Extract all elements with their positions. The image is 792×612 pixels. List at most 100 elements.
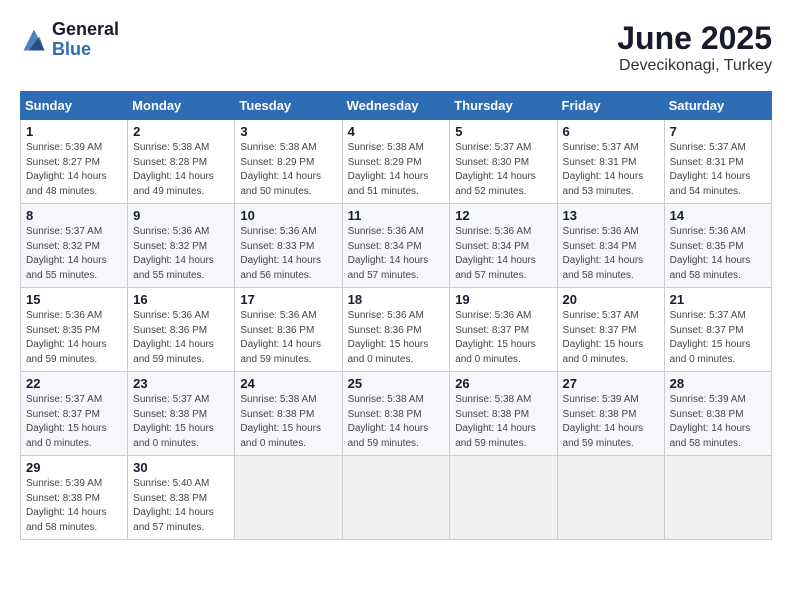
day-info: Sunrise: 5:37 AMSunset: 8:32 PMDaylight:…	[26, 225, 122, 283]
table-cell	[342, 456, 450, 540]
day-info: Sunrise: 5:38 AMSunset: 8:29 PMDaylight:…	[348, 141, 445, 199]
col-sunday: Sunday	[21, 92, 128, 120]
day-info: Sunrise: 5:37 AMSunset: 8:38 PMDaylight:…	[133, 393, 229, 451]
table-cell: 20 Sunrise: 5:37 AMSunset: 8:37 PMDayligh…	[557, 288, 664, 372]
table-cell	[557, 456, 664, 540]
day-info: Sunrise: 5:37 AMSunset: 8:37 PMDaylight:…	[26, 393, 122, 451]
table-cell: 12 Sunrise: 5:36 AMSunset: 8:34 PMDayligh…	[450, 204, 557, 288]
day-number: 16	[133, 292, 229, 307]
day-info: Sunrise: 5:36 AMSunset: 8:36 PMDaylight:…	[348, 309, 445, 367]
day-info: Sunrise: 5:36 AMSunset: 8:35 PMDaylight:…	[26, 309, 122, 367]
month-title: June 2025	[617, 20, 772, 57]
table-cell: 26 Sunrise: 5:38 AMSunset: 8:38 PMDayligh…	[450, 372, 557, 456]
calendar-row: 1 Sunrise: 5:39 AMSunset: 8:27 PMDaylight…	[21, 120, 772, 204]
col-thursday: Thursday	[450, 92, 557, 120]
table-cell	[450, 456, 557, 540]
day-number: 8	[26, 208, 122, 223]
day-info: Sunrise: 5:38 AMSunset: 8:38 PMDaylight:…	[240, 393, 336, 451]
day-number: 19	[455, 292, 551, 307]
calendar-row: 8 Sunrise: 5:37 AMSunset: 8:32 PMDaylight…	[21, 204, 772, 288]
day-info: Sunrise: 5:36 AMSunset: 8:35 PMDaylight:…	[670, 225, 766, 283]
table-cell	[664, 456, 771, 540]
day-number: 26	[455, 376, 551, 391]
day-info: Sunrise: 5:36 AMSunset: 8:36 PMDaylight:…	[133, 309, 229, 367]
day-number: 14	[670, 208, 766, 223]
day-number: 22	[26, 376, 122, 391]
day-info: Sunrise: 5:36 AMSunset: 8:32 PMDaylight:…	[133, 225, 229, 283]
table-cell: 9Sunrise: 5:36 AMSunset: 8:32 PMDaylight…	[128, 204, 235, 288]
day-info: Sunrise: 5:38 AMSunset: 8:38 PMDaylight:…	[455, 393, 551, 451]
day-info: Sunrise: 5:37 AMSunset: 8:31 PMDaylight:…	[670, 141, 766, 199]
day-number: 25	[348, 376, 445, 391]
day-number: 11	[348, 208, 445, 223]
day-number: 24	[240, 376, 336, 391]
day-info: Sunrise: 5:36 AMSunset: 8:34 PMDaylight:…	[455, 225, 551, 283]
day-number: 28	[670, 376, 766, 391]
day-info: Sunrise: 5:36 AMSunset: 8:37 PMDaylight:…	[455, 309, 551, 367]
table-cell	[235, 456, 342, 540]
day-info: Sunrise: 5:38 AMSunset: 8:38 PMDaylight:…	[348, 393, 445, 451]
day-number: 1	[26, 124, 122, 139]
day-number: 20	[563, 292, 659, 307]
day-number: 30	[133, 460, 229, 475]
table-cell: 16 Sunrise: 5:36 AMSunset: 8:36 PMDayligh…	[128, 288, 235, 372]
table-cell: 6 Sunrise: 5:37 AMSunset: 8:31 PMDaylight…	[557, 120, 664, 204]
day-number: 7	[670, 124, 766, 139]
day-number: 23	[133, 376, 229, 391]
table-cell: 21 Sunrise: 5:37 AMSunset: 8:37 PMDayligh…	[664, 288, 771, 372]
table-cell: 4Sunrise: 5:38 AMSunset: 8:29 PMDaylight…	[342, 120, 450, 204]
table-cell: 30 Sunrise: 5:40 AMSunset: 8:38 PMDayligh…	[128, 456, 235, 540]
table-cell: 11 Sunrise: 5:36 AMSunset: 8:34 PMDayligh…	[342, 204, 450, 288]
calendar-table: Sunday Monday Tuesday Wednesday Thursday…	[20, 91, 772, 540]
calendar-row: 29 Sunrise: 5:39 AMSunset: 8:38 PMDayligh…	[21, 456, 772, 540]
calendar-row: 22 Sunrise: 5:37 AMSunset: 8:37 PMDayligh…	[21, 372, 772, 456]
table-cell: 24 Sunrise: 5:38 AMSunset: 8:38 PMDayligh…	[235, 372, 342, 456]
day-number: 18	[348, 292, 445, 307]
col-friday: Friday	[557, 92, 664, 120]
table-cell: 3Sunrise: 5:38 AMSunset: 8:29 PMDaylight…	[235, 120, 342, 204]
day-number: 10	[240, 208, 336, 223]
day-info: Sunrise: 5:39 AMSunset: 8:38 PMDaylight:…	[26, 477, 122, 535]
table-cell: 28Sunrise: 5:39 AMSunset: 8:38 PMDayligh…	[664, 372, 771, 456]
table-cell: 10 Sunrise: 5:36 AMSunset: 8:33 PMDayligh…	[235, 204, 342, 288]
table-cell: 14 Sunrise: 5:36 AMSunset: 8:35 PMDayligh…	[664, 204, 771, 288]
day-info: Sunrise: 5:37 AMSunset: 8:37 PMDaylight:…	[563, 309, 659, 367]
table-cell: 25 Sunrise: 5:38 AMSunset: 8:38 PMDayligh…	[342, 372, 450, 456]
day-number: 13	[563, 208, 659, 223]
table-cell: 2 Sunrise: 5:38 AMSunset: 8:28 PMDaylight…	[128, 120, 235, 204]
day-number: 29	[26, 460, 122, 475]
col-saturday: Saturday	[664, 92, 771, 120]
table-cell: 5Sunrise: 5:37 AMSunset: 8:30 PMDaylight…	[450, 120, 557, 204]
calendar-row: 15Sunrise: 5:36 AMSunset: 8:35 PMDayligh…	[21, 288, 772, 372]
day-number: 17	[240, 292, 336, 307]
table-cell: 17 Sunrise: 5:36 AMSunset: 8:36 PMDayligh…	[235, 288, 342, 372]
table-cell: 8 Sunrise: 5:37 AMSunset: 8:32 PMDaylight…	[21, 204, 128, 288]
col-monday: Monday	[128, 92, 235, 120]
day-number: 21	[670, 292, 766, 307]
logo: General Blue	[20, 20, 119, 60]
day-info: Sunrise: 5:38 AMSunset: 8:28 PMDaylight:…	[133, 141, 229, 199]
day-info: Sunrise: 5:38 AMSunset: 8:29 PMDaylight:…	[240, 141, 336, 199]
table-cell: 22 Sunrise: 5:37 AMSunset: 8:37 PMDayligh…	[21, 372, 128, 456]
day-number: 27	[563, 376, 659, 391]
logo-icon	[20, 26, 48, 54]
logo-general: General	[52, 20, 119, 40]
day-info: Sunrise: 5:37 AMSunset: 8:37 PMDaylight:…	[670, 309, 766, 367]
day-info: Sunrise: 5:36 AMSunset: 8:33 PMDaylight:…	[240, 225, 336, 283]
day-info: Sunrise: 5:39 AMSunset: 8:38 PMDaylight:…	[563, 393, 659, 451]
col-wednesday: Wednesday	[342, 92, 450, 120]
table-cell: 18 Sunrise: 5:36 AMSunset: 8:36 PMDayligh…	[342, 288, 450, 372]
day-info: Sunrise: 5:39 AMSunset: 8:27 PMDaylight:…	[26, 141, 122, 199]
logo-blue: Blue	[52, 40, 119, 60]
day-info: Sunrise: 5:37 AMSunset: 8:31 PMDaylight:…	[563, 141, 659, 199]
table-cell: 23 Sunrise: 5:37 AMSunset: 8:38 PMDayligh…	[128, 372, 235, 456]
table-cell: 7 Sunrise: 5:37 AMSunset: 8:31 PMDaylight…	[664, 120, 771, 204]
day-info: Sunrise: 5:36 AMSunset: 8:34 PMDaylight:…	[348, 225, 445, 283]
day-number: 5	[455, 124, 551, 139]
day-info: Sunrise: 5:36 AMSunset: 8:36 PMDaylight:…	[240, 309, 336, 367]
day-number: 6	[563, 124, 659, 139]
day-number: 12	[455, 208, 551, 223]
day-info: Sunrise: 5:40 AMSunset: 8:38 PMDaylight:…	[133, 477, 229, 535]
table-cell: 13Sunrise: 5:36 AMSunset: 8:34 PMDayligh…	[557, 204, 664, 288]
day-number: 2	[133, 124, 229, 139]
